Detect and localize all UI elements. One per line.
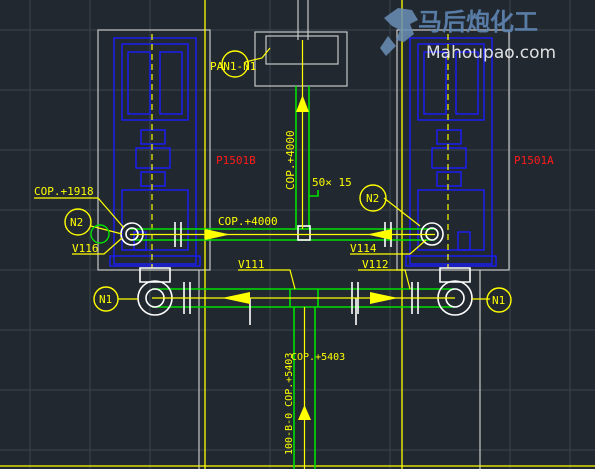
- label-pan: PAN1-N1: [210, 60, 256, 73]
- label-cop-1918: COP.+1918: [34, 185, 94, 198]
- cad-drawing: PAN1-N1 COP.+1918 COP.+4000 COP.+5403 50…: [0, 0, 595, 469]
- label-v111: V111: [238, 258, 265, 271]
- label-n1-left: N1: [99, 293, 112, 306]
- label-cop-4000-v: COP.+4000: [284, 130, 297, 190]
- label-cop-4000-h: COP.+4000: [218, 215, 278, 228]
- watermark-cn: 马后炮化工: [418, 8, 538, 36]
- label-v114: V114: [350, 242, 377, 255]
- label-v112: V112: [362, 258, 389, 271]
- label-line-vertical: 100-B-0 COP.+5403: [284, 353, 295, 455]
- label-n2-left: N2: [70, 216, 83, 229]
- tag-pump-b: P1501B: [216, 154, 256, 167]
- label-n2-right: N2: [366, 192, 379, 205]
- label-cop-5403: COP.+5403: [291, 352, 345, 363]
- label-v116: V116: [72, 242, 99, 255]
- watermark-en: Mahoupao.com: [426, 43, 556, 63]
- label-pipe-size: 50× 15: [312, 176, 352, 189]
- label-n1-right: N1: [492, 294, 505, 307]
- tag-pump-a: P1501A: [514, 154, 554, 167]
